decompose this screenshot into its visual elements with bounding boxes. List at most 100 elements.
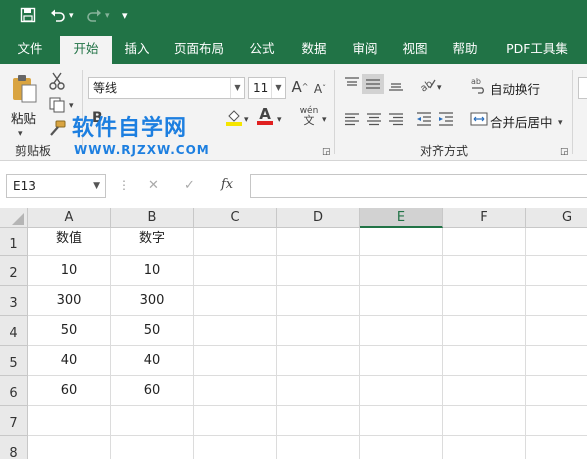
cell-f7[interactable] [443, 406, 526, 436]
cell-a3[interactable]: 300 [28, 286, 111, 316]
wrap-text-icon[interactable]: ab [470, 76, 488, 94]
increase-font-size-icon[interactable]: A^ [291, 79, 309, 95]
font-name-dropdown[interactable]: 等线 ▼ [88, 77, 245, 99]
cell-b6[interactable]: 60 [111, 376, 194, 406]
cell-d7[interactable] [277, 406, 360, 436]
cell-c2[interactable] [194, 256, 277, 286]
cell-c8[interactable] [194, 436, 277, 459]
format-painter-icon[interactable] [48, 120, 66, 138]
merge-center-label[interactable]: 合并后居中 [490, 112, 553, 131]
row-header-7[interactable]: 7 [0, 406, 28, 436]
tab-file[interactable]: 文件 [8, 34, 52, 64]
cell-e8[interactable] [360, 436, 443, 459]
cell-c6[interactable] [194, 376, 277, 406]
cell-g6[interactable] [526, 376, 587, 406]
tab-formulas[interactable]: 公式 [240, 34, 284, 64]
cell-c7[interactable] [194, 406, 277, 436]
font-color-icon[interactable]: A [257, 107, 273, 127]
cell-g1[interactable] [526, 228, 587, 256]
merge-center-icon[interactable] [470, 110, 488, 128]
undo-icon[interactable] [50, 7, 66, 27]
column-header-e[interactable]: E [360, 208, 443, 228]
cell-g7[interactable] [526, 406, 587, 436]
cell-e2[interactable] [360, 256, 443, 286]
redo-icon[interactable] [86, 7, 102, 27]
customize-qat-icon[interactable]: ▾ [122, 7, 128, 25]
formula-input[interactable] [250, 174, 587, 198]
align-bottom-icon[interactable] [387, 76, 405, 92]
cell-g8[interactable] [526, 436, 587, 459]
row-header-5[interactable]: 5 [0, 346, 28, 376]
tab-insert[interactable]: 插入 [115, 34, 159, 64]
cell-d6[interactable] [277, 376, 360, 406]
undo-dropdown-icon[interactable]: ▾ [69, 7, 74, 25]
cell-d4[interactable] [277, 316, 360, 346]
cell-f4[interactable] [443, 316, 526, 346]
cell-f6[interactable] [443, 376, 526, 406]
cell-c4[interactable] [194, 316, 277, 346]
cell-b3[interactable]: 300 [111, 286, 194, 316]
cell-c3[interactable] [194, 286, 277, 316]
cell-f2[interactable] [443, 256, 526, 286]
tab-review[interactable]: 审阅 [343, 34, 387, 64]
cell-a1[interactable]: 数值 [28, 228, 111, 256]
tab-data[interactable]: 数据 [292, 34, 336, 64]
row-header-1[interactable]: 1 [0, 228, 28, 256]
cell-g5[interactable] [526, 346, 587, 376]
align-right-icon[interactable] [387, 111, 405, 127]
select-all-button[interactable] [0, 208, 28, 228]
cell-a5[interactable]: 40 [28, 346, 111, 376]
cell-e4[interactable] [360, 316, 443, 346]
row-header-4[interactable]: 4 [0, 316, 28, 346]
align-top-icon[interactable] [343, 76, 361, 92]
decrease-font-size-icon[interactable]: Aˇ [311, 81, 329, 97]
phonetic-guide-icon[interactable]: wén 文 [298, 106, 320, 126]
column-header-f[interactable]: F [443, 208, 526, 228]
cell-e3[interactable] [360, 286, 443, 316]
orientation-dropdown-icon[interactable]: ▾ [437, 80, 442, 96]
column-header-b[interactable]: B [111, 208, 194, 228]
cell-g4[interactable] [526, 316, 587, 346]
column-header-c[interactable]: C [194, 208, 277, 228]
enter-icon[interactable]: ✓ [184, 178, 195, 194]
column-header-g[interactable]: G [526, 208, 587, 228]
tab-pdf-tools[interactable]: PDF工具集 [497, 34, 577, 64]
cell-f5[interactable] [443, 346, 526, 376]
cell-c5[interactable] [194, 346, 277, 376]
name-box[interactable]: E13 ▼ [6, 174, 106, 198]
paste-dropdown-icon[interactable]: ▾ [18, 126, 23, 142]
cell-f3[interactable] [443, 286, 526, 316]
orientation-icon[interactable]: ab [418, 76, 436, 95]
row-header-8[interactable]: 8 [0, 436, 28, 459]
tab-page-layout[interactable]: 页面布局 [167, 34, 231, 64]
cell-b4[interactable]: 50 [111, 316, 194, 346]
cancel-icon[interactable]: ✕ [148, 178, 159, 194]
column-header-d[interactable]: D [277, 208, 360, 228]
align-center-icon[interactable] [365, 111, 383, 127]
copy-icon[interactable] [48, 96, 66, 114]
redo-dropdown-icon[interactable]: ▾ [105, 7, 110, 25]
cell-d2[interactable] [277, 256, 360, 286]
cell-b8[interactable] [111, 436, 194, 459]
cell-e1[interactable] [360, 228, 443, 256]
phonetic-dropdown-icon[interactable]: ▾ [322, 112, 327, 128]
row-header-6[interactable]: 6 [0, 376, 28, 406]
merge-dropdown-icon[interactable]: ▾ [558, 115, 563, 131]
cell-a4[interactable]: 50 [28, 316, 111, 346]
cell-d1[interactable] [277, 228, 360, 256]
font-dialog-launcher-icon[interactable]: ◲ [322, 144, 331, 160]
cell-a6[interactable]: 60 [28, 376, 111, 406]
cell-f1[interactable] [443, 228, 526, 256]
cell-e7[interactable] [360, 406, 443, 436]
insert-function-icon[interactable]: fx [221, 177, 233, 193]
cell-d5[interactable] [277, 346, 360, 376]
decrease-indent-icon[interactable] [415, 111, 433, 127]
paste-label[interactable]: 粘贴 [11, 108, 36, 127]
cell-b2[interactable]: 10 [111, 256, 194, 286]
font-size-dropdown[interactable]: 11 ▼ [248, 77, 286, 99]
number-format-dropdown[interactable] [578, 77, 587, 99]
align-middle-icon[interactable] [362, 74, 384, 94]
cell-a7[interactable] [28, 406, 111, 436]
row-header-2[interactable]: 2 [0, 256, 28, 286]
copy-dropdown-icon[interactable]: ▾ [69, 98, 74, 114]
